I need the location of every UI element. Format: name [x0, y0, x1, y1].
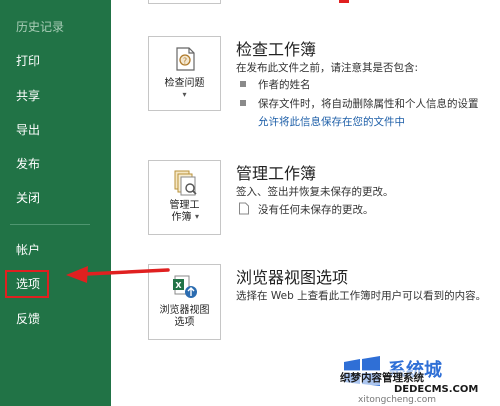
nav-publish[interactable]: 发布 — [16, 156, 40, 172]
inspect-workbook-desc: 在发布此文件之前，请注意其是否包含: — [236, 62, 419, 74]
browser-view-label-1: 浏览器视图 — [159, 305, 210, 316]
inspect-bullet-setting: 保存文件时，将自动删除属性和个人信息的设置 — [258, 98, 479, 110]
browser-view-label-2: 选项 — [174, 317, 195, 328]
manage-workbook-title: 管理工作簿 — [236, 164, 317, 183]
nav-close[interactable]: 关闭 — [16, 190, 40, 206]
options-highlight-box — [5, 270, 49, 298]
document-icon — [239, 202, 249, 215]
watermark-line2: 织梦内容管理系统 — [340, 370, 424, 385]
manage-workbook-label-2: 作簿 — [171, 212, 192, 223]
manage-workbook-note: 没有任何未保存的更改。 — [258, 204, 374, 216]
nav-print[interactable]: 打印 — [16, 53, 40, 69]
red-marker-fragment — [339, 0, 349, 3]
nav-divider — [10, 224, 90, 225]
svg-text:X: X — [175, 281, 182, 290]
watermark-line4: xitongcheng.com — [358, 395, 436, 405]
site-watermark: 系统城 织梦内容管理系统 DEDECMS.COM xitongcheng.com — [338, 354, 500, 406]
chevron-down-icon: ▾ — [195, 212, 200, 221]
excel-globe-icon: X — [173, 275, 197, 298]
nav-feedback[interactable]: 反馈 — [16, 311, 40, 327]
backstage-content: ? 检查问题 ▾ 检查工作簿 在发布此文件之前，请注意其是否包含: 作者的姓名 … — [111, 0, 500, 406]
nav-history[interactable]: 历史记录 — [16, 19, 64, 35]
nav-export[interactable]: 导出 — [16, 122, 40, 138]
browser-view-desc: 选择在 Web 上查看此工作簿时用户可以看到的内容。 — [236, 290, 487, 302]
svg-text:?: ? — [183, 57, 187, 66]
nav-account[interactable]: 帐户 — [16, 242, 40, 258]
inspect-workbook-title: 检查工作簿 — [236, 40, 317, 59]
bullet-icon — [240, 81, 246, 87]
red-annotation-arrow — [66, 266, 170, 283]
manage-versions-icon — [174, 170, 197, 196]
browser-view-title: 浏览器视图选项 — [236, 268, 349, 287]
manage-workbook-button[interactable]: 管理工 作簿 ▾ — [148, 160, 221, 235]
manage-workbook-label-1: 管理工 — [169, 200, 200, 211]
inspect-issues-button[interactable]: ? 检查问题 ▾ — [148, 36, 221, 111]
manage-workbook-desc: 签入、签出并恢复未保存的更改。 — [236, 186, 394, 198]
allow-save-info-link[interactable]: 允许将此信息保存在您的文件中 — [258, 114, 405, 129]
watermark-line3: DEDECMS.COM — [394, 384, 479, 395]
backstage-sidebar: 历史记录 打印 共享 导出 发布 关闭 帐户 选项 反馈 — [0, 0, 111, 406]
bullet-icon — [240, 100, 246, 106]
previous-card-edge — [148, 0, 221, 4]
chevron-down-icon: ▾ — [182, 90, 187, 99]
nav-share[interactable]: 共享 — [16, 88, 40, 104]
inspect-bullet-author: 作者的姓名 — [258, 79, 311, 91]
inspect-document-icon: ? — [176, 47, 195, 71]
